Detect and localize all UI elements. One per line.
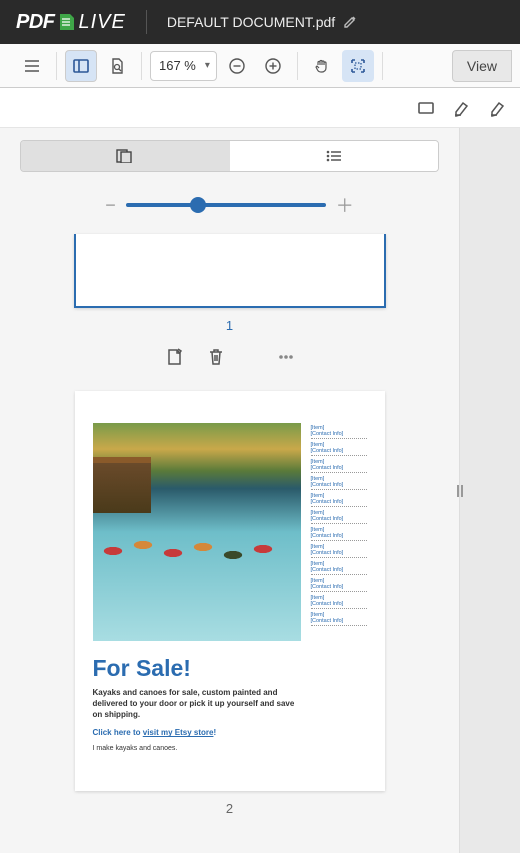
page-thumbnail-1[interactable] (74, 234, 386, 308)
contact-entry: [Item][Contact Info] (311, 527, 367, 541)
contact-entry: [Item][Contact Info] (311, 510, 367, 524)
more-actions-icon[interactable] (276, 347, 296, 367)
rotate-page-icon[interactable] (164, 347, 184, 367)
document-title-bar: DEFAULT DOCUMENT.pdf (167, 14, 357, 30)
outline-icon (325, 149, 343, 163)
sidebar-toggle-button[interactable] (65, 50, 97, 82)
rectangle-tool-icon[interactable] (416, 98, 436, 118)
thumb-zoom-slider[interactable] (126, 203, 326, 207)
page-number-2: 2 (20, 801, 439, 816)
page-view-button[interactable] (101, 50, 133, 82)
menu-button[interactable] (16, 50, 48, 82)
contact-entry: [Item][Contact Info] (311, 595, 367, 609)
document-name: DEFAULT DOCUMENT.pdf (167, 14, 335, 30)
panel-tabs (20, 140, 439, 172)
zoom-out-button[interactable] (221, 50, 253, 82)
toolbar-divider (382, 52, 383, 80)
contact-entry: [Item][Contact Info] (311, 561, 367, 575)
contact-entry: [Item][Contact Info] (311, 612, 367, 626)
main-toolbar: 167 % View (0, 44, 520, 88)
flyer-footer: I make kayaks and canoes. (93, 745, 301, 752)
delete-page-icon[interactable] (206, 347, 226, 367)
app-logo: PDF LIVE (16, 11, 126, 34)
view-label: View (467, 58, 497, 74)
slider-handle[interactable] (190, 197, 206, 213)
pan-tool-button[interactable] (306, 50, 338, 82)
thumbnail-zoom-row: − ＋ (20, 192, 439, 218)
contact-entry: [Item][Contact Info] (311, 442, 367, 456)
annotation-toolbar (0, 88, 520, 128)
flyer-body: Kayaks and canoes for sale, custom paint… (93, 688, 301, 720)
page-actions-row (20, 347, 439, 367)
app-header: PDF LIVE DEFAULT DOCUMENT.pdf (0, 0, 520, 44)
thumbnails-icon (116, 149, 134, 163)
view-mode-button[interactable]: View (452, 50, 512, 82)
thumbnail-panel[interactable]: − ＋ 1 For Sale! (0, 128, 460, 853)
edit-name-icon[interactable] (343, 15, 357, 29)
contact-entry: [Item][Contact Info] (311, 459, 367, 473)
zoom-in-button[interactable] (257, 50, 289, 82)
contact-entry: [Item][Contact Info] (311, 544, 367, 558)
flyer-contact-column: [Item][Contact Info] [Item][Contact Info]… (311, 423, 367, 777)
flyer-title: For Sale! (93, 655, 301, 682)
logo-text-live: LIVE (79, 11, 126, 34)
zoom-level-select[interactable]: 167 % (150, 51, 217, 81)
page-thumbnail-2[interactable]: For Sale! Kayaks and canoes for sale, cu… (75, 391, 385, 791)
thumb-zoom-in-icon[interactable]: ＋ (336, 192, 354, 218)
flyer-link: Click here to visit my Etsy store! (93, 728, 301, 737)
highlight-tool-icon[interactable] (452, 98, 472, 118)
header-divider (146, 10, 147, 34)
page-number-1: 1 (20, 318, 439, 333)
flyer-image (93, 423, 301, 641)
main-area: − ＋ 1 For Sale! (0, 128, 520, 853)
highlight-tool-2-icon[interactable] (488, 98, 508, 118)
select-tool-button[interactable] (342, 50, 374, 82)
thumbnails-tab[interactable] (21, 141, 230, 171)
zoom-value: 167 % (159, 58, 196, 73)
document-viewport[interactable] (460, 128, 520, 853)
contact-entry: [Item][Contact Info] (311, 476, 367, 490)
outline-tab[interactable] (230, 141, 439, 171)
contact-entry: [Item][Contact Info] (311, 578, 367, 592)
contact-entry: [Item][Contact Info] (311, 493, 367, 507)
logo-text-pdf: PDF (16, 11, 55, 34)
split-handle-icon[interactable] (456, 482, 464, 500)
logo-doc-icon (57, 13, 77, 31)
contact-entry: [Item][Contact Info] (311, 425, 367, 439)
thumb-zoom-out-icon[interactable]: − (105, 195, 116, 216)
